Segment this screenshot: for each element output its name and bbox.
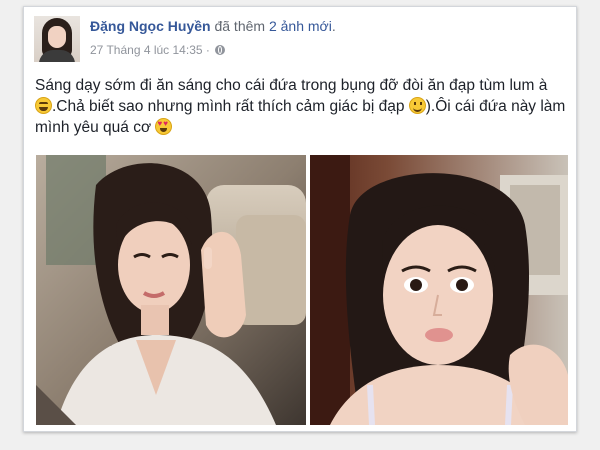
post-action-text: đã thêm: [214, 18, 266, 34]
author-avatar[interactable]: [34, 16, 80, 62]
post-timestamp-link[interactable]: 27 Tháng 4 lúc 14:35: [90, 43, 203, 57]
laughing-emoji-icon: [35, 97, 52, 114]
post-photo-1[interactable]: [36, 155, 306, 425]
post-text-part-1: Sáng dạy sớm đi ăn sáng cho cái đứa tron…: [35, 77, 548, 94]
post-body-text: Sáng dạy sớm đi ăn sáng cho cái đứa tron…: [35, 75, 567, 138]
selfie-in-car-left-image: [36, 155, 306, 425]
heart-eyes-emoji-icon: [155, 118, 173, 135]
post-text-part-2: .Chả biết sao nhưng mình rất thích cảm g…: [52, 98, 405, 115]
selfie-in-car-right-image: [310, 155, 568, 425]
author-name-link[interactable]: Đặng Ngọc Huyền: [90, 18, 211, 34]
post-header: Đặng Ngọc Huyền đã thêm 2 ảnh mới. 27 Th…: [34, 16, 554, 66]
post-meta-line: 27 Tháng 4 lúc 14:35 ·: [90, 43, 226, 57]
avatar-face: [48, 26, 66, 48]
post-title-line: Đặng Ngọc Huyền đã thêm 2 ảnh mới.: [90, 18, 336, 34]
facebook-post-card: Đặng Ngọc Huyền đã thêm 2 ảnh mới. 27 Th…: [23, 6, 577, 432]
post-photo-2[interactable]: [310, 155, 568, 425]
new-photos-link[interactable]: 2 ảnh mới: [269, 18, 332, 34]
title-period: .: [331, 18, 336, 34]
globe-icon[interactable]: [215, 45, 226, 55]
smile-emoji-icon: [408, 97, 426, 114]
meta-separator: ·: [205, 43, 210, 57]
